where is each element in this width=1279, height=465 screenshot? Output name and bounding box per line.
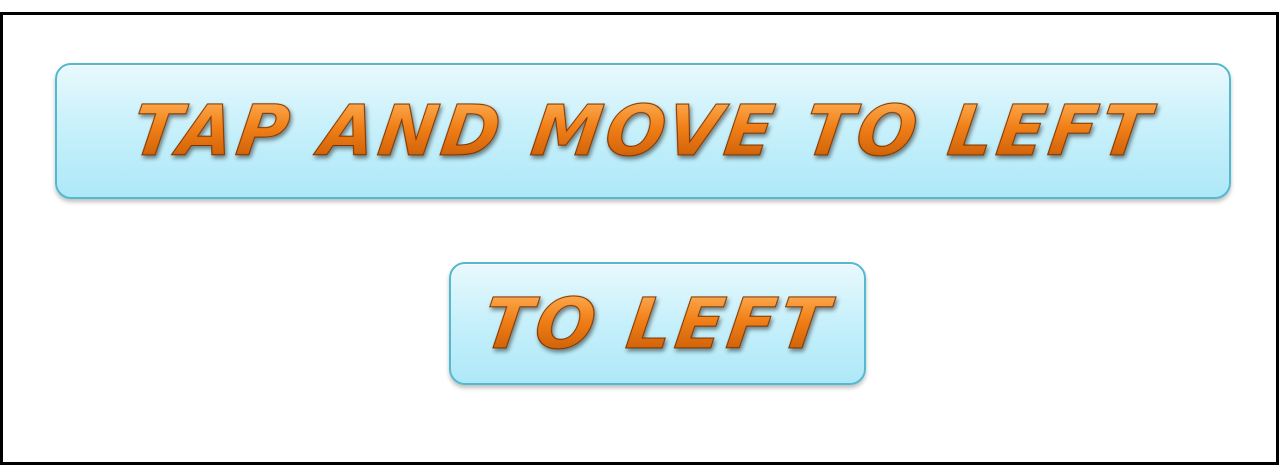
to-left-label: TO LEFT <box>477 282 838 365</box>
canvas-frame: TAP AND MOVE TO LEFT TO LEFT <box>0 12 1279 465</box>
tap-and-move-to-left-button[interactable]: TAP AND MOVE TO LEFT <box>55 63 1231 199</box>
to-left-button[interactable]: TO LEFT <box>449 262 866 385</box>
tap-and-move-to-left-label: TAP AND MOVE TO LEFT <box>127 90 1160 173</box>
